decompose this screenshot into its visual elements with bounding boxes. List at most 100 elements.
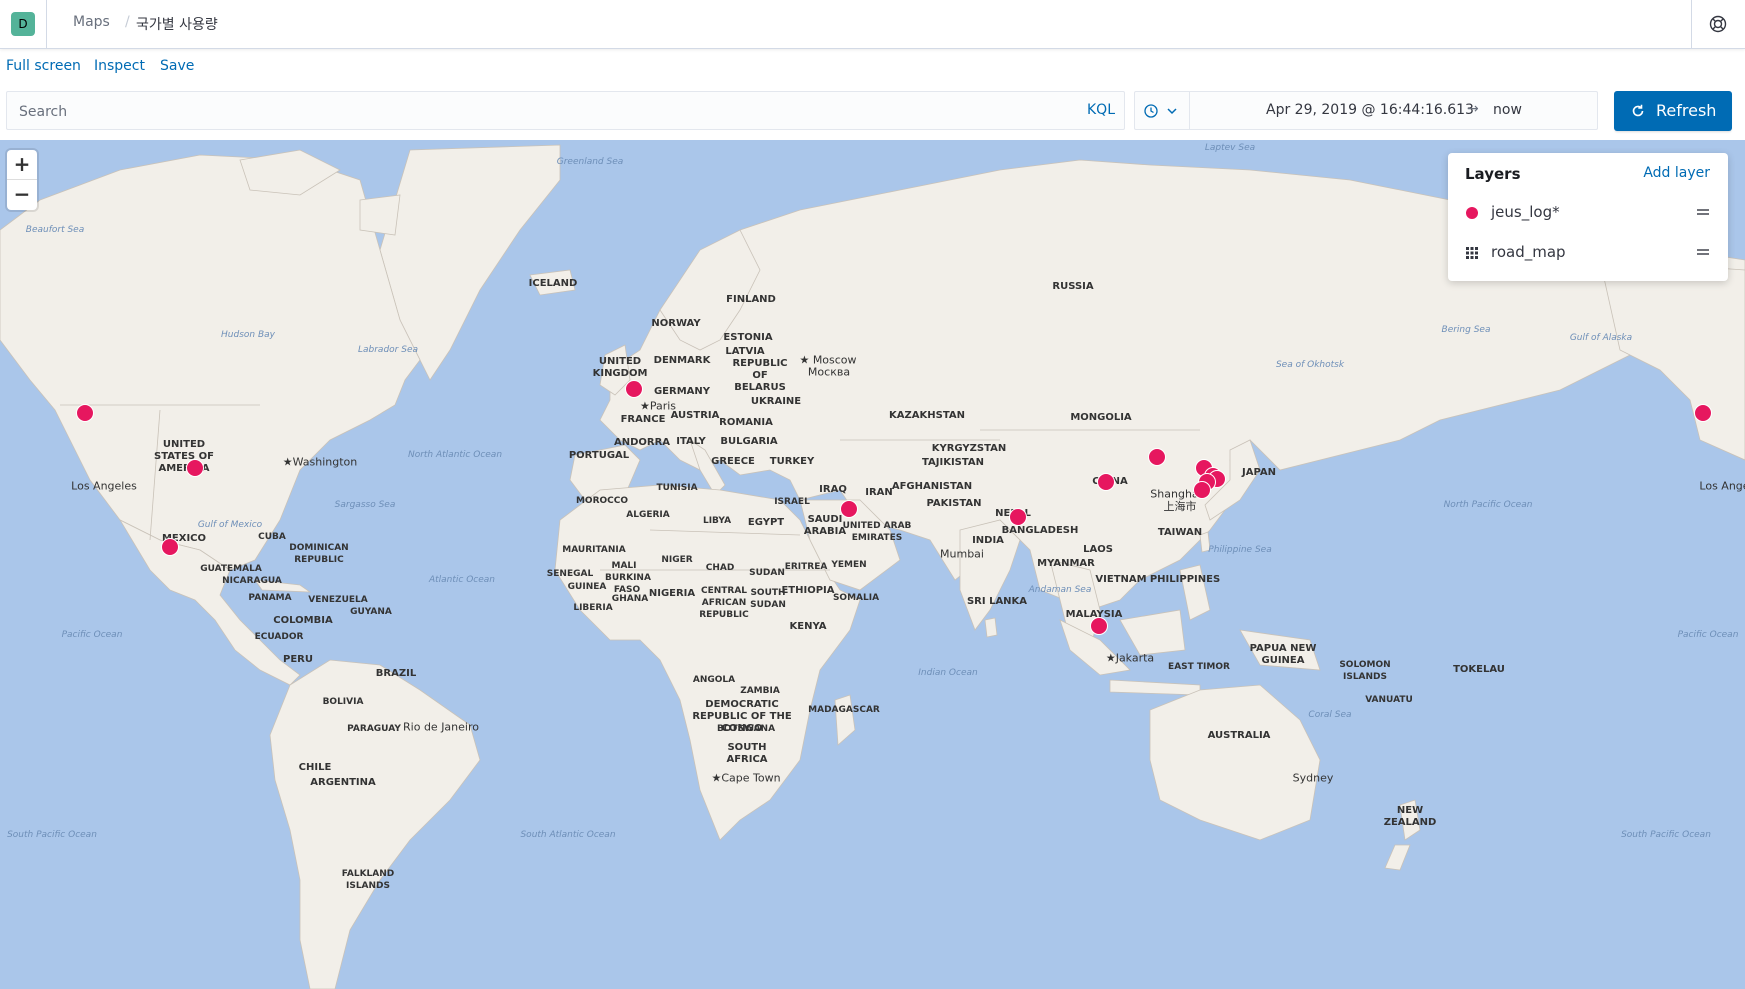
drag-handle-icon[interactable] <box>1695 204 1711 220</box>
country-label: VANUATU <box>1365 695 1413 705</box>
country-label: KYRGYZSTAN <box>931 443 1007 454</box>
help-icon[interactable] <box>1706 12 1730 36</box>
country-label: BANGLADESH <box>1001 525 1079 536</box>
full-screen-link[interactable]: Full screen <box>6 58 81 74</box>
city-label: ★Washington <box>282 455 358 469</box>
sea-label: Laptev Sea <box>1204 143 1256 153</box>
country-label: DENMARK <box>653 355 711 366</box>
sea-label: Andaman Sea <box>1028 585 1092 595</box>
map-marker[interactable] <box>161 538 179 556</box>
search-input[interactable] <box>17 100 1061 124</box>
country-label: MAURITANIA <box>562 545 626 555</box>
zoom-out-button[interactable]: − <box>7 180 37 209</box>
layer-name: jeus_log* <box>1491 203 1560 221</box>
start-date[interactable]: Apr 29, 2019 @ 16:44:16.613 <box>1266 102 1474 118</box>
add-layer-button[interactable]: Add layer <box>1643 165 1710 181</box>
city-label: Los Angeles <box>71 479 137 493</box>
country-label: MOROCCO <box>575 496 629 506</box>
country-label: ERITREA <box>784 562 828 572</box>
sea-label: Hudson Bay <box>221 330 275 340</box>
country-label: ICELAND <box>528 278 578 289</box>
quick-select-button[interactable] <box>1135 92 1190 129</box>
kql-toggle[interactable]: KQL <box>1087 102 1115 118</box>
country-label: ANGOLA <box>692 675 736 685</box>
country-label: BULGARIA <box>720 436 778 447</box>
country-label: REPUBLIC OF BELARUS <box>732 358 788 393</box>
country-label: SOUTH AFRICA <box>726 742 768 765</box>
country-label: IRAN <box>865 487 893 498</box>
country-label: GREECE <box>711 456 755 467</box>
city-label: Rio de Janeiro <box>403 720 479 734</box>
city-label: ★Jakarta <box>1105 651 1155 665</box>
sea-label: Pacific Ocean <box>1677 630 1739 640</box>
save-link[interactable]: Save <box>160 58 194 74</box>
map-marker[interactable] <box>76 404 94 422</box>
date-picker: Apr 29, 2019 @ 16:44:16.613 → now <box>1134 91 1598 130</box>
city-label: 上海市 <box>1163 500 1197 513</box>
zoom-in-button[interactable]: + <box>7 150 37 180</box>
country-label: YEMEN <box>831 560 867 570</box>
country-label: LATVIA <box>725 346 765 357</box>
map-marker[interactable] <box>1090 617 1108 635</box>
country-label: UNITED ARAB EMIRATES <box>842 521 912 543</box>
calendar-clock-icon <box>1144 104 1177 118</box>
arrow-right-icon: → <box>1467 101 1479 117</box>
drag-handle-icon[interactable] <box>1695 244 1711 260</box>
country-label: FALKLAND ISLANDS <box>341 869 395 891</box>
map-marker[interactable] <box>1009 508 1027 526</box>
breadcrumb-maps[interactable]: Maps <box>73 14 110 30</box>
country-label: NEW ZEALAND <box>1383 805 1437 828</box>
country-label: UNITED KINGDOM <box>592 356 648 379</box>
country-label: FINLAND <box>726 294 776 305</box>
sea-label: Pacific Ocean <box>61 630 123 640</box>
country-label: PANAMA <box>248 593 292 603</box>
map-marker[interactable] <box>1148 448 1166 466</box>
end-date[interactable]: now <box>1493 102 1522 118</box>
map-marker[interactable] <box>625 380 643 398</box>
country-label: EGYPT <box>747 517 785 528</box>
country-label: TOKELAU <box>1453 664 1505 675</box>
country-label: NICARAGUA <box>222 576 282 586</box>
tile-grid-icon <box>1466 247 1478 259</box>
country-label: SENEGAL <box>546 569 594 579</box>
map-marker[interactable] <box>1097 473 1115 491</box>
country-label: PORTUGAL <box>568 450 630 461</box>
country-label: TAIWAN <box>1157 527 1203 538</box>
country-label: PHILIPPINES <box>1149 574 1221 585</box>
country-label: SOMALIA <box>832 593 880 603</box>
layer-item-jeus-log[interactable]: jeus_log* <box>1448 195 1728 231</box>
country-label: ESTONIA <box>723 332 773 343</box>
country-label: EAST TIMOR <box>1168 662 1230 672</box>
sea-label: Philippine Sea <box>1208 545 1272 555</box>
country-label: TUNISIA <box>656 483 698 493</box>
space-avatar[interactable]: D <box>11 12 35 36</box>
map-marker[interactable] <box>1694 404 1712 422</box>
inspect-link[interactable]: Inspect <box>94 58 145 74</box>
sea-label: Greenland Sea <box>556 157 624 167</box>
country-label: LIBYA <box>702 516 732 526</box>
country-label: GUATEMALA <box>200 564 262 574</box>
sea-label: Beaufort Sea <box>25 225 85 235</box>
sea-label: Indian Ocean <box>918 668 978 678</box>
layer-item-road-map[interactable]: road_map <box>1448 235 1728 271</box>
country-label: MONGOLIA <box>1070 412 1132 423</box>
country-label: GERMANY <box>653 386 711 397</box>
country-label: TURKEY <box>769 456 815 467</box>
country-label: ALGERIA <box>626 510 670 520</box>
sea-label: Sargasso Sea <box>334 500 396 510</box>
map-marker[interactable] <box>1193 481 1211 499</box>
city-label: Los Angel <box>1699 479 1745 493</box>
layer-control: Layers Add layer jeus_log* road_map <box>1448 153 1728 281</box>
breadcrumb-separator: / <box>125 14 130 30</box>
refresh-button[interactable]: Refresh <box>1614 91 1732 131</box>
header-divider <box>1691 0 1692 48</box>
map-marker[interactable] <box>840 500 858 518</box>
sea-label: South Pacific Ocean <box>7 830 97 840</box>
country-label: GUINEA <box>567 582 607 592</box>
layers-title: Layers <box>1465 165 1521 183</box>
country-label: ROMANIA <box>719 417 773 428</box>
map-marker[interactable] <box>186 459 204 477</box>
layer-name: road_map <box>1491 243 1566 261</box>
country-label: CHAD <box>705 563 735 573</box>
country-label: SRI LANKA <box>966 596 1028 607</box>
